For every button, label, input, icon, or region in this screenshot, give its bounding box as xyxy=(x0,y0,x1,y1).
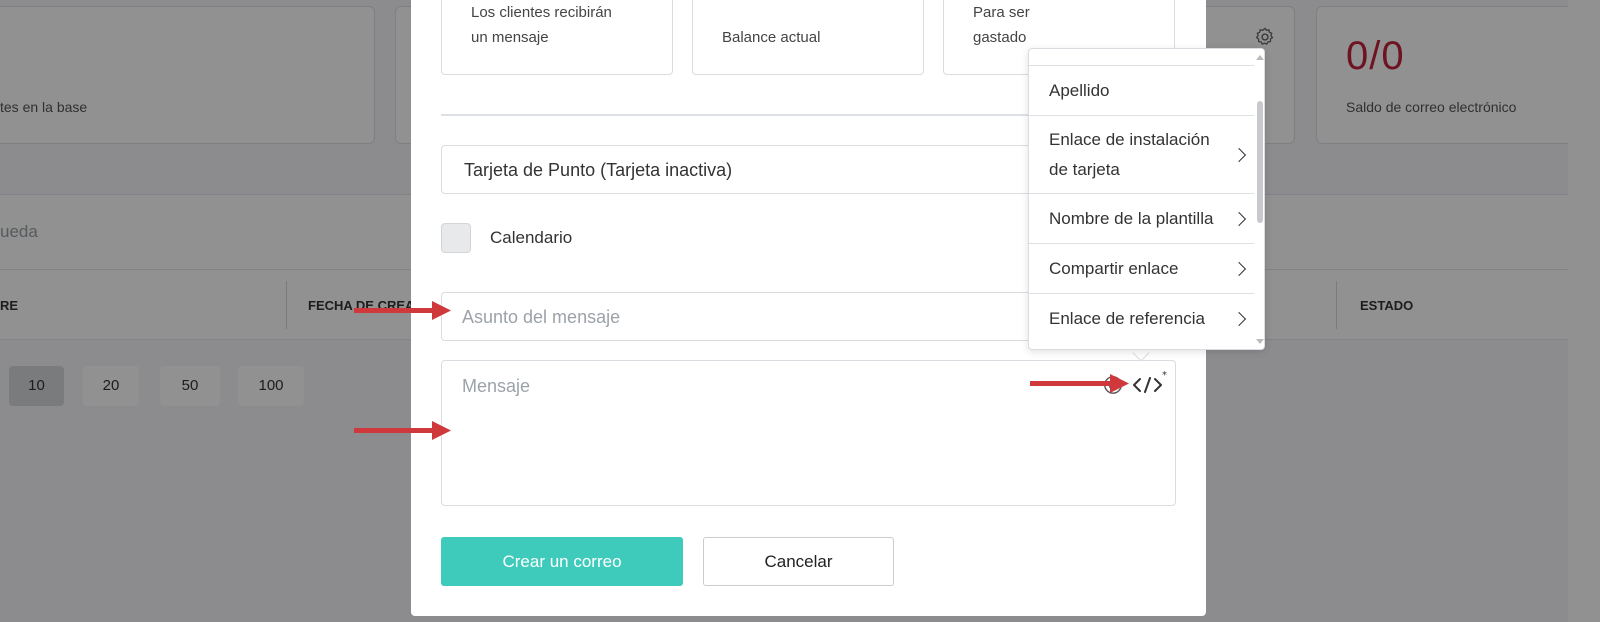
variable-item-label-line2: de tarjeta xyxy=(1049,159,1120,179)
svg-text:*: * xyxy=(1162,371,1167,381)
variable-item-template-name[interactable]: Nombre de la plantilla xyxy=(1029,193,1254,243)
calendar-checkbox[interactable] xyxy=(441,223,471,253)
annotation-arrow-icon xyxy=(354,301,451,320)
annotation-arrow-icon xyxy=(354,421,451,440)
info-card-recipients-line2: un mensaje xyxy=(471,29,549,46)
variable-item-label: Enlace de referencia xyxy=(1049,308,1205,328)
card-select-value: Tarjeta de Punto (Tarjeta inactiva) xyxy=(464,160,733,180)
info-card-balance: Balance actual xyxy=(692,0,924,75)
variable-item-card-install-link[interactable]: Enlace de instalación de tarjeta xyxy=(1029,115,1254,193)
message-placeholder: Mensaje xyxy=(462,376,531,396)
chevron-right-icon xyxy=(1231,211,1247,226)
variable-item-label: Enlace de instalación xyxy=(1049,129,1210,149)
variables-dropdown: Apellido Enlace de instalación de tarjet… xyxy=(1028,48,1265,350)
subject-placeholder: Asunto del mensaje xyxy=(462,307,621,327)
info-card-recipients: Los clientes recibirán un mensaje xyxy=(441,0,673,75)
info-card-balance-label: Balance actual xyxy=(722,29,821,46)
annotation-arrow-icon xyxy=(1030,374,1129,393)
variable-item-label: Compartir enlace xyxy=(1049,258,1179,278)
variable-item-referral-link[interactable]: Enlace de referencia xyxy=(1029,293,1254,343)
variables-list: Apellido Enlace de instalación de tarjet… xyxy=(1029,65,1254,343)
code-variables-icon[interactable]: * xyxy=(1132,371,1168,397)
cancel-button[interactable]: Cancelar xyxy=(703,537,894,586)
info-card-recipients-line1: Los clientes recibirán xyxy=(471,4,612,21)
chevron-right-icon xyxy=(1231,261,1247,276)
variable-item-label: Nombre de la plantilla xyxy=(1049,208,1214,228)
chevron-right-icon xyxy=(1231,147,1247,162)
scrollbar-thumb[interactable] xyxy=(1257,101,1263,223)
variable-item-share-link[interactable]: Compartir enlace xyxy=(1029,243,1254,293)
variable-item-apellido[interactable]: Apellido xyxy=(1029,65,1254,115)
scroll-up-icon[interactable] xyxy=(1256,55,1264,60)
scroll-down-icon[interactable] xyxy=(1256,339,1264,344)
chevron-right-icon xyxy=(1231,311,1247,326)
create-email-button[interactable]: Crear un correo xyxy=(441,537,683,586)
calendar-label: Calendario xyxy=(490,228,573,247)
variable-item-label: Apellido xyxy=(1049,80,1110,100)
info-card-to-spend-line1: Para ser xyxy=(973,4,1030,21)
info-card-to-spend-line2: gastado xyxy=(973,29,1027,46)
